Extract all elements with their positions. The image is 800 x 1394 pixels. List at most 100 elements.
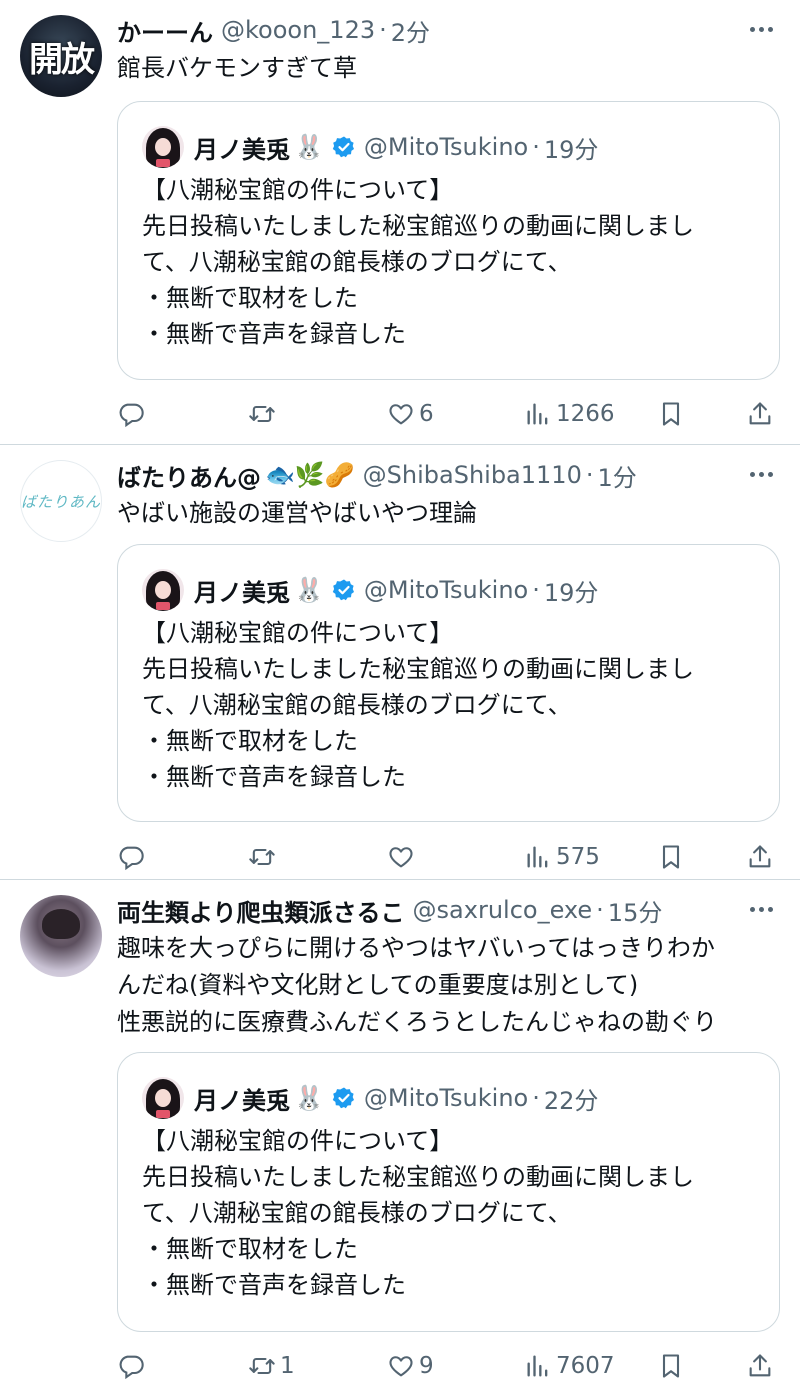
reply-button[interactable] xyxy=(117,394,149,434)
reply-button[interactable] xyxy=(117,837,149,877)
quote-line: 先日投稿いたしました秘宝館巡りの動画に関しまし xyxy=(142,1163,694,1191)
bookmark-button[interactable] xyxy=(657,837,685,877)
retweet-icon xyxy=(249,1357,275,1375)
display-name[interactable]: 両生類より爬虫類派さるこ xyxy=(117,893,405,928)
views-icon xyxy=(527,403,548,425)
tweet-header: ばたりあん@ 🐟🌿🥜 @ShibaShiba1110 · 1分 xyxy=(117,457,637,493)
tweet-text: やばい施設の運営やばいやつ理論 xyxy=(117,499,477,527)
quote-text: 【八潮秘宝館の件について】 先日投稿いたしました秘宝館巡りの動画に関しまし て、… xyxy=(142,615,762,795)
retweet-button[interactable]: 1 xyxy=(248,1346,295,1386)
reply-button[interactable] xyxy=(117,1346,149,1386)
more-icon[interactable] xyxy=(744,459,778,489)
quote-tweet[interactable]: 月ノ美兎 🐰 @MitoTsukino · 19分 【八潮秘宝館の件について】 … xyxy=(117,544,780,822)
separator-dot: · xyxy=(585,461,594,489)
separator-dot: · xyxy=(532,133,540,161)
retweet-icon xyxy=(249,405,275,423)
avatar[interactable] xyxy=(20,895,102,977)
separator-dot: · xyxy=(379,16,387,44)
quote-header: 月ノ美兎 🐰 @MitoTsukino · 19分 xyxy=(194,571,598,609)
like-button[interactable]: 9 xyxy=(387,1346,434,1386)
like-icon xyxy=(389,1356,413,1377)
share-button[interactable] xyxy=(746,394,774,434)
bookmark-icon xyxy=(662,402,680,426)
more-icon[interactable] xyxy=(744,14,778,44)
quote-avatar xyxy=(142,126,184,168)
views-count: 7607 xyxy=(556,1353,615,1379)
views-button[interactable]: 575 xyxy=(524,837,600,877)
avatar-label: 開放 xyxy=(29,39,95,80)
share-button[interactable] xyxy=(746,1346,774,1386)
quote-line: て、八潮秘宝館の館長様のブログにて、 xyxy=(142,691,572,719)
bookmark-button[interactable] xyxy=(657,1346,685,1386)
quote-handle: @MitoTsukino xyxy=(363,133,529,161)
tweet-header: 両生類より爬虫類派さるこ @saxrulco_exe · 15分 xyxy=(117,892,662,928)
quote-line: 【八潮秘宝館の件について】 xyxy=(142,1127,454,1155)
share-icon xyxy=(749,1354,771,1377)
action-bar: 6 1266 xyxy=(117,394,787,434)
quote-line: ・無断で音声を録音した xyxy=(142,320,406,348)
quote-line: 先日投稿いたしました秘宝館巡りの動画に関しまし xyxy=(142,212,694,240)
timestamp[interactable]: 2分 xyxy=(391,13,430,48)
tweet[interactable]: 両生類より爬虫類派さるこ @saxrulco_exe · 15分 趣味を大っぴら… xyxy=(0,880,800,1394)
bookmark-icon xyxy=(662,845,680,869)
reply-icon xyxy=(119,846,144,871)
bookmark-button[interactable] xyxy=(657,394,685,434)
tweet[interactable]: 開放 かーーん @kooon_123 · 2分 館長バケモンすぎて草 月ノ美兎 … xyxy=(0,0,800,444)
quote-timestamp: 22分 xyxy=(543,1086,599,1115)
display-name[interactable]: かーーん xyxy=(117,13,213,48)
quote-line: ・無断で音声を録音した xyxy=(142,763,406,791)
action-bar: 1 9 7607 xyxy=(117,1346,787,1386)
views-button[interactable]: 1266 xyxy=(524,394,615,434)
retweet-button[interactable] xyxy=(248,394,280,434)
like-count: 9 xyxy=(419,1353,434,1379)
quote-timestamp: 19分 xyxy=(543,135,599,164)
quote-avatar xyxy=(142,1077,184,1119)
views-button[interactable]: 7607 xyxy=(524,1346,615,1386)
action-bar: 575 xyxy=(117,837,787,877)
user-handle[interactable]: @saxrulco_exe xyxy=(413,896,593,924)
verified-icon xyxy=(332,1087,354,1109)
share-button[interactable] xyxy=(746,837,774,877)
views-count: 1266 xyxy=(556,401,615,427)
quote-display-name: 月ノ美兎 xyxy=(194,1086,290,1115)
quote-avatar xyxy=(142,569,184,611)
like-button[interactable]: 6 xyxy=(387,394,434,434)
tweet[interactable]: ばたりあん ばたりあん@ 🐟🌿🥜 @ShibaShiba1110 · 1分 やば… xyxy=(0,445,800,879)
like-button[interactable] xyxy=(387,837,419,877)
quote-display-name: 月ノ美兎 xyxy=(194,135,290,164)
quote-line: ・無断で取材をした xyxy=(142,284,358,312)
timestamp[interactable]: 1分 xyxy=(597,458,636,493)
rabbit-emoji: 🐰 xyxy=(294,576,324,604)
quote-display-name: 月ノ美兎 xyxy=(194,578,290,607)
avatar[interactable]: ばたりあん xyxy=(20,460,102,542)
tweet-text: 館長バケモンすぎて草 xyxy=(117,54,357,82)
quote-tweet[interactable]: 月ノ美兎 🐰 @MitoTsukino · 19分 【八潮秘宝館の件について】 … xyxy=(117,101,780,380)
quote-text: 【八潮秘宝館の件について】 先日投稿いたしました秘宝館巡りの動画に関しまし て、… xyxy=(142,172,762,352)
tweet-header: かーーん @kooon_123 · 2分 xyxy=(117,12,430,48)
timestamp[interactable]: 15分 xyxy=(608,893,663,928)
like-icon xyxy=(389,404,413,425)
retweet-count: 1 xyxy=(280,1353,295,1379)
quote-line: ・無断で音声を録音した xyxy=(142,1271,406,1299)
separator-dot: · xyxy=(532,1084,540,1112)
quote-handle: @MitoTsukino xyxy=(363,1084,529,1112)
quote-line: ・無断で取材をした xyxy=(142,727,358,755)
display-name[interactable]: ばたりあん@ xyxy=(117,458,261,493)
user-handle[interactable]: @ShibaShiba1110 xyxy=(363,461,582,489)
avatar[interactable]: 開放 xyxy=(20,15,102,97)
retweet-button[interactable] xyxy=(248,837,280,877)
more-icon[interactable] xyxy=(744,894,778,924)
quote-line: て、八潮秘宝館の館長様のブログにて、 xyxy=(142,1199,572,1227)
share-icon xyxy=(749,845,771,868)
quote-line: て、八潮秘宝館の館長様のブログにて、 xyxy=(142,248,572,276)
views-icon xyxy=(527,846,548,868)
quote-line: ・無断で取材をした xyxy=(142,1235,358,1263)
verified-icon xyxy=(332,136,354,158)
quote-handle: @MitoTsukino xyxy=(363,576,529,604)
verified-icon xyxy=(332,579,354,601)
quote-tweet[interactable]: 月ノ美兎 🐰 @MitoTsukino · 22分 【八潮秘宝館の件について】 … xyxy=(117,1052,780,1332)
like-count: 6 xyxy=(419,401,434,427)
rabbit-emoji: 🐰 xyxy=(294,133,324,161)
separator-dot: · xyxy=(596,896,604,924)
user-handle[interactable]: @kooon_123 xyxy=(221,16,375,44)
